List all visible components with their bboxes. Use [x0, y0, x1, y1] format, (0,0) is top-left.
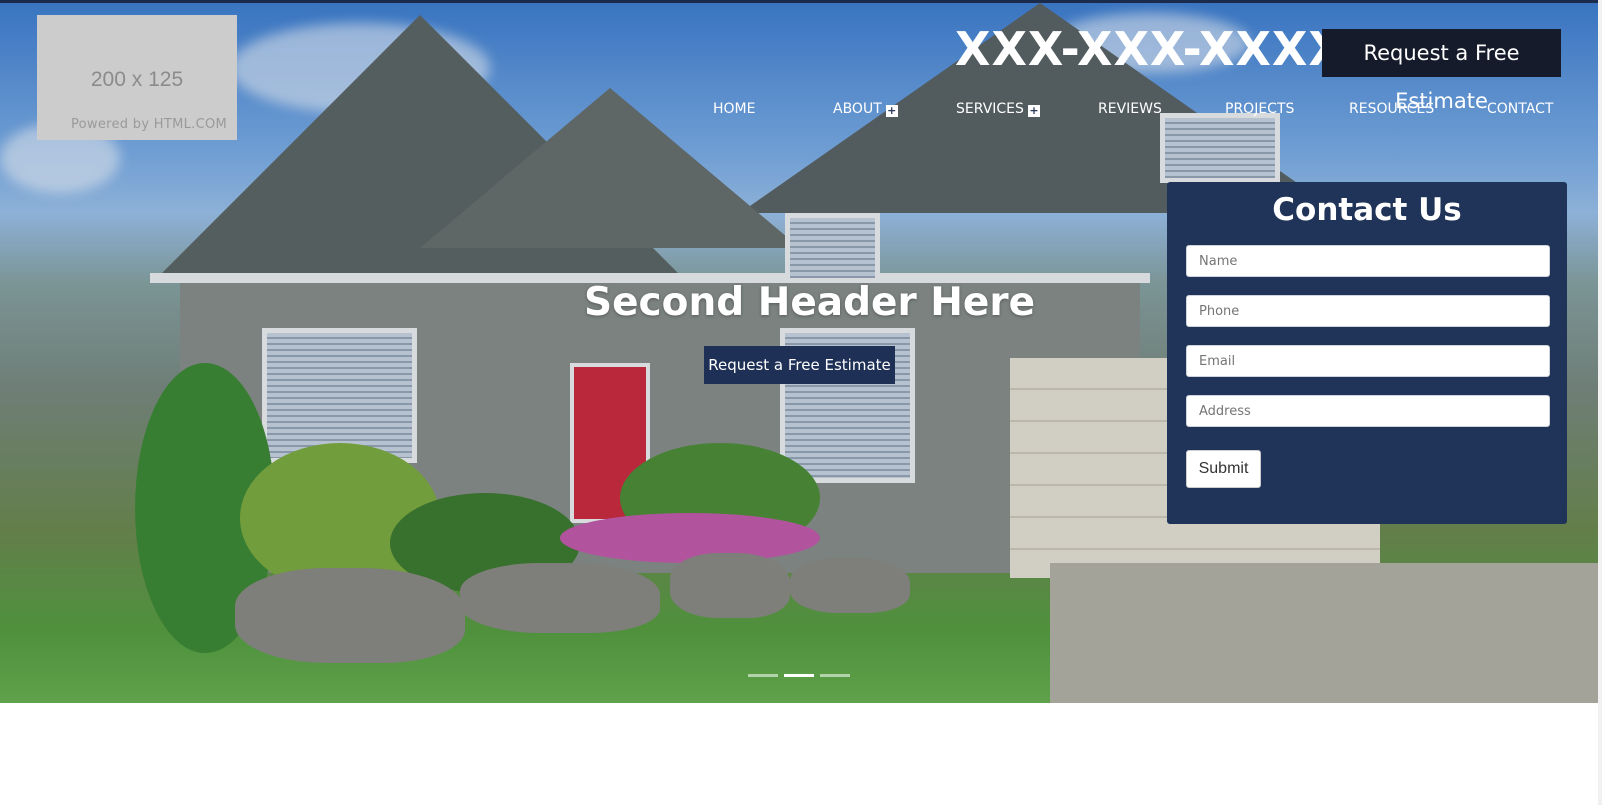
carousel-dot[interactable]	[820, 674, 850, 677]
nav-item-reviews[interactable]: REVIEWS	[1098, 101, 1162, 117]
nav-item-label: CONTACT	[1487, 101, 1554, 117]
carousel-dot-active[interactable]	[784, 674, 814, 677]
address-field[interactable]	[1186, 395, 1550, 427]
nav-item-contact[interactable]: CONTACT	[1487, 101, 1553, 117]
nav-item-label: REVIEWS	[1098, 101, 1162, 117]
phone-field[interactable]	[1186, 295, 1550, 327]
plus-box-icon[interactable]: +	[885, 105, 898, 117]
free-estimate-button[interactable]: Request a Free Estimate	[1322, 29, 1561, 113]
nav-item-label: RESOURCES	[1349, 101, 1435, 117]
email-field[interactable]	[1186, 345, 1550, 377]
name-field[interactable]	[1186, 245, 1550, 277]
contact-form-title: Contact Us	[1272, 192, 1462, 228]
hero-headline: Second Header Here	[584, 280, 1036, 325]
nav-item-projects[interactable]: PROJECTS	[1225, 101, 1294, 117]
nav-item-label: SERVICES	[956, 101, 1024, 117]
submit-button[interactable]: Submit	[1186, 450, 1261, 488]
nav-item-services[interactable]: SERVICES +	[956, 101, 1040, 117]
contact-form: Contact Us Submit	[1167, 182, 1567, 524]
nav-item-about[interactable]: ABOUT +	[833, 101, 898, 117]
hero-estimate-button[interactable]: Request a Free Estimate	[704, 346, 895, 384]
plus-box-icon[interactable]: +	[1027, 105, 1040, 117]
main-nav: HOME ABOUT + SERVICES + REVIEWS PROJECTS R…	[0, 101, 1602, 123]
nav-item-resources[interactable]: RESOURCES	[1349, 101, 1434, 117]
phone-number[interactable]: XXX-XXX-XXXX	[955, 22, 1345, 76]
nav-item-label: PROJECTS	[1225, 101, 1295, 117]
nav-item-home[interactable]: HOME	[713, 101, 755, 117]
carousel-indicators	[0, 674, 1602, 678]
nav-item-label: ABOUT	[833, 101, 882, 117]
carousel-dot[interactable]	[748, 674, 778, 677]
logo-size-text: 200 x 125	[90, 68, 184, 91]
scrollbar[interactable]	[1598, 0, 1602, 805]
nav-item-label: HOME	[713, 101, 756, 117]
